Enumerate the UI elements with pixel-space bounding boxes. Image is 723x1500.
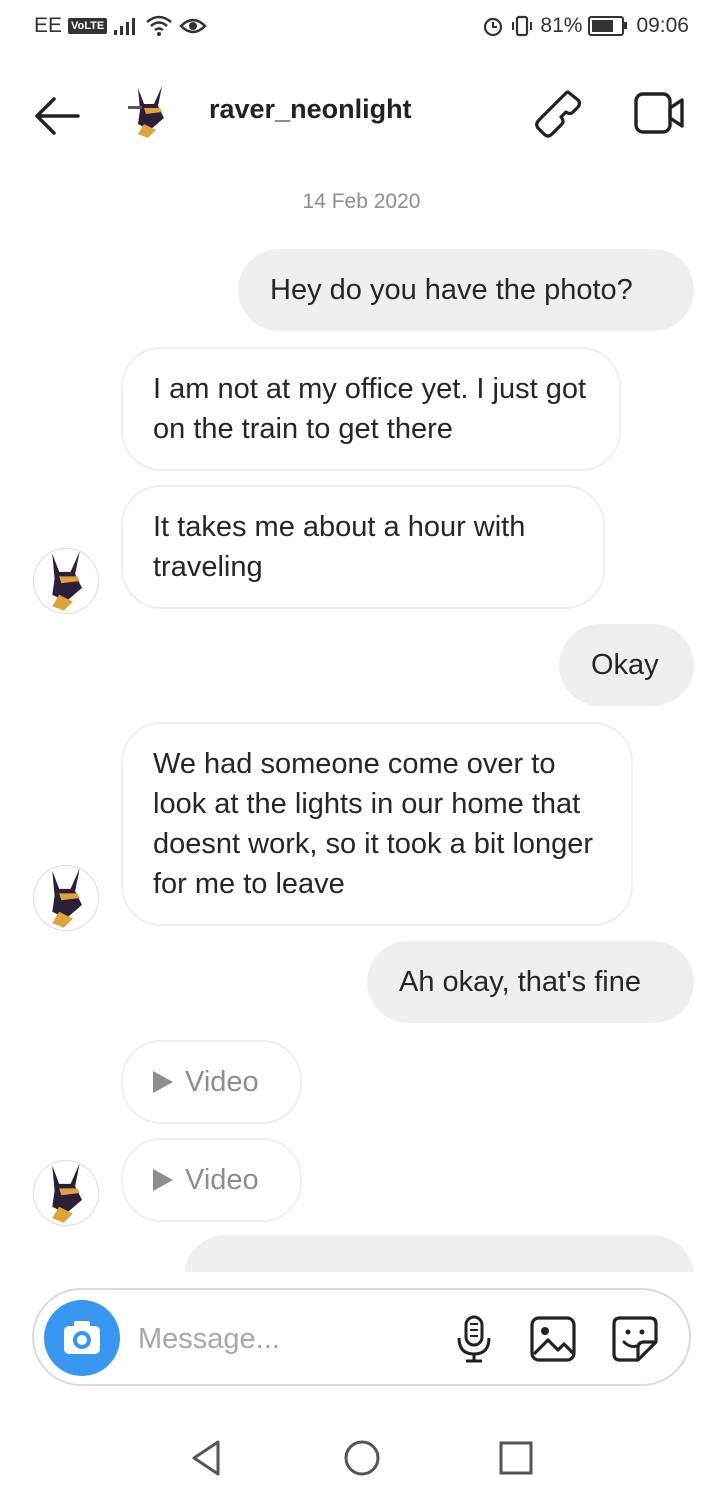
message-outgoing-partial[interactable] — [184, 1235, 694, 1272]
message-incoming[interactable]: I am not at my office yet. I just got on… — [121, 347, 621, 471]
back-arrow-icon[interactable] — [30, 88, 86, 144]
message-incoming[interactable]: It takes me about a hour with traveling — [121, 485, 605, 609]
chat-username[interactable]: raver_neonlight — [209, 94, 412, 125]
battery-percent: 81% — [540, 14, 583, 37]
nav-back-icon[interactable] — [188, 1438, 224, 1478]
volte-badge: VoLTE — [68, 18, 108, 34]
sender-avatar[interactable] — [33, 548, 99, 614]
message-input[interactable] — [136, 1318, 440, 1360]
gallery-icon[interactable] — [528, 1314, 578, 1364]
video-message[interactable]: Video — [121, 1138, 302, 1222]
sender-avatar-image — [52, 868, 82, 928]
nav-recents-icon[interactable] — [498, 1440, 534, 1476]
clock: 09:06 — [636, 14, 689, 37]
message-outgoing[interactable]: Hey do you have the photo? — [238, 249, 694, 331]
video-label: Video — [185, 1066, 259, 1098]
phone-icon[interactable] — [530, 88, 586, 140]
battery-fill — [592, 20, 614, 32]
chat-header: raver_neonlight — [0, 56, 723, 166]
message-text: Hey do you have the photo? — [270, 274, 633, 306]
nav-home-icon[interactable] — [342, 1438, 382, 1478]
message-text: We had someone come over to look at the … — [153, 748, 594, 900]
message-incoming[interactable]: We had someone come over to look at the … — [121, 722, 633, 926]
status-bar: EE VoLTE 81% 09:06 — [0, 0, 723, 56]
sender-avatar[interactable] — [33, 865, 99, 931]
vibrate-icon — [512, 15, 533, 37]
sender-avatar-image — [52, 1163, 82, 1223]
message-outgoing[interactable]: Okay — [559, 624, 694, 706]
status-right: 81% 09:06 — [482, 14, 689, 38]
battery-icon — [588, 16, 628, 36]
sticker-icon[interactable] — [610, 1314, 660, 1364]
message-text: I am not at my office yet. I just got on… — [153, 373, 587, 445]
play-icon — [153, 1071, 173, 1093]
carrier-label: EE — [34, 14, 63, 37]
message-text: It takes me about a hour with traveling — [153, 511, 526, 583]
wifi-icon — [146, 15, 173, 36]
status-left: EE VoLTE — [34, 14, 207, 38]
camera-icon — [64, 1321, 100, 1354]
message-outgoing[interactable]: Ah okay, that's fine — [367, 941, 694, 1023]
video-camera-icon[interactable] — [632, 88, 688, 138]
message-text: Ah okay, that's fine — [399, 966, 641, 998]
play-icon — [153, 1169, 173, 1191]
date-separator: 14 Feb 2020 — [302, 190, 421, 213]
video-label: Video — [185, 1164, 259, 1196]
message-composer — [32, 1288, 691, 1386]
header-avatar[interactable] — [124, 84, 176, 140]
eye-icon — [179, 18, 207, 34]
alarm-icon — [484, 17, 503, 37]
camera-button[interactable] — [44, 1300, 120, 1376]
signal-icon — [114, 18, 136, 35]
message-text: Okay — [591, 649, 659, 681]
partial-message-clip — [0, 1235, 723, 1272]
microphone-icon[interactable] — [449, 1314, 499, 1364]
system-nav-bar — [0, 1410, 723, 1500]
sender-avatar[interactable] — [33, 1160, 99, 1226]
video-message[interactable]: Video — [121, 1040, 302, 1124]
sender-avatar-image — [52, 551, 82, 611]
